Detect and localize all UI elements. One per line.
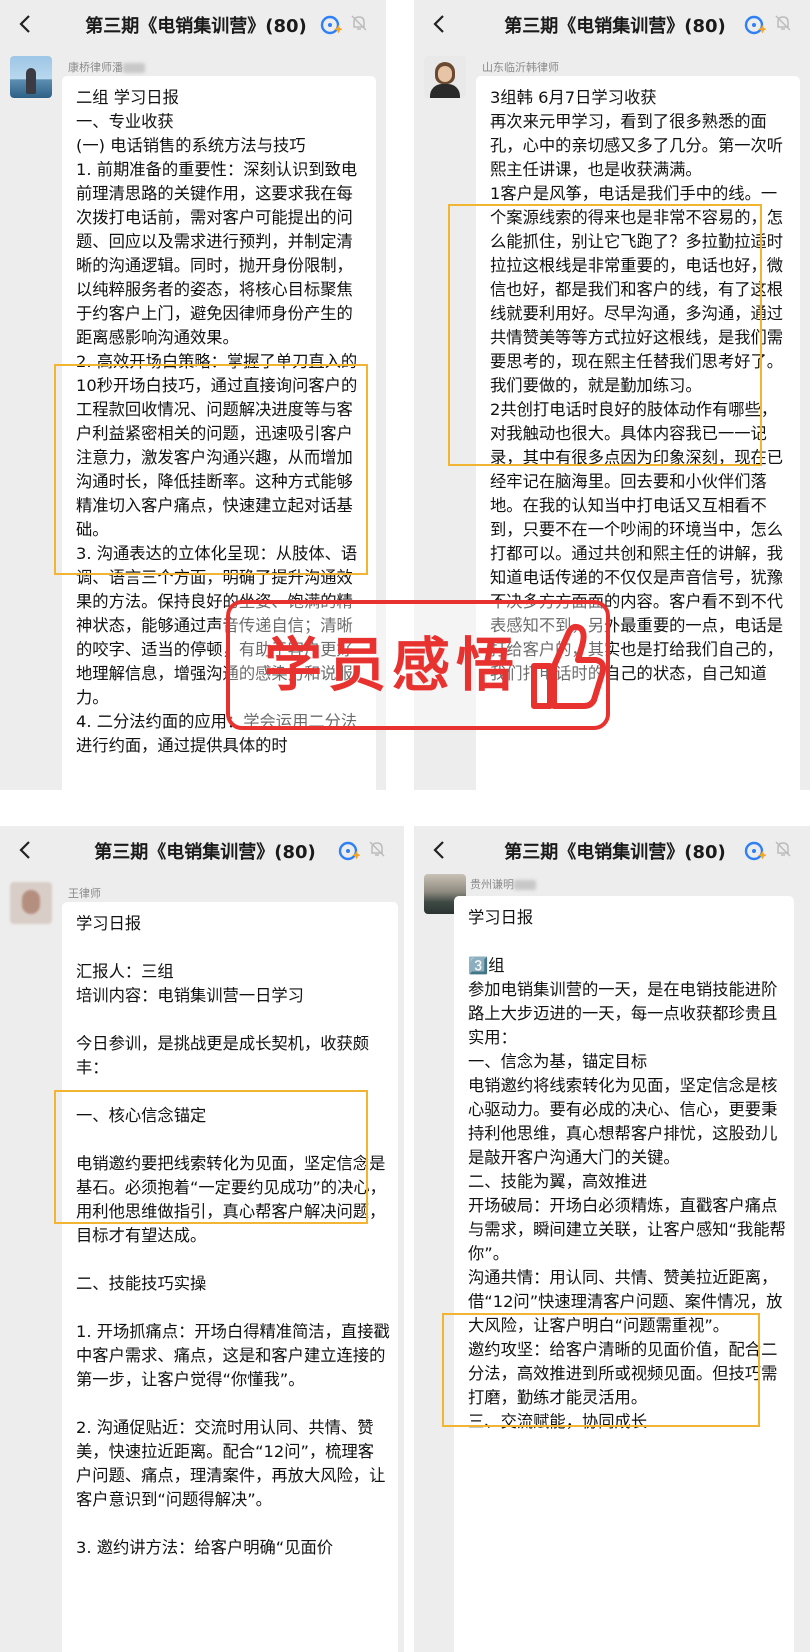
avatar[interactable] — [10, 882, 52, 924]
sparkle-chat-icon[interactable] — [338, 840, 360, 862]
message-text: 学习日报 汇报人：三组 培训内容：电销集训营一日学习 今日参训，是挑战更是成长契… — [76, 914, 390, 1557]
group-title: 第三期《电销集训营》(80) — [94, 842, 316, 863]
back-arrow-icon[interactable] — [14, 838, 38, 862]
sparkle-chat-icon[interactable] — [744, 840, 766, 862]
mute-bell-icon[interactable] — [368, 840, 386, 858]
back-arrow-icon[interactable] — [428, 838, 452, 862]
chat-panel-3: 第三期《电销集训营》(80) 王律师 学习日报 汇报人：三组 培训内容：电销集训… — [0, 826, 404, 1652]
message-bubble[interactable]: 学习日报 3️⃣组 参加电销集训营的一天，是在电销技能进阶路上大步迈进的一天，每… — [454, 896, 794, 1652]
highlight-box — [448, 204, 762, 466]
thumbs-up-icon — [531, 623, 607, 709]
chat-panel-4: 第三期《电销集训营》(80) 贵州谦明 学习日报 3️⃣组 参加电销集训营的一天… — [414, 826, 810, 1652]
sparkle-chat-icon[interactable] — [320, 14, 342, 36]
message-bubble[interactable]: 学习日报 汇报人：三组 培训内容：电销集训营一日学习 今日参训，是挑战更是成长契… — [62, 902, 398, 1652]
back-arrow-icon[interactable] — [14, 12, 38, 36]
sender-name: 贵州谦明 — [470, 876, 536, 892]
sparkle-chat-icon[interactable] — [744, 14, 766, 36]
mute-bell-icon[interactable] — [774, 14, 792, 32]
avatar[interactable] — [424, 56, 466, 98]
highlight-box — [54, 1090, 368, 1224]
group-title: 第三期《电销集训营》(80) — [504, 842, 726, 863]
mute-bell-icon[interactable] — [350, 14, 368, 32]
chat-header: 第三期《电销集训营》(80) — [414, 826, 810, 876]
mute-bell-icon[interactable] — [774, 840, 792, 858]
chat-header: 第三期《电销集训营》(80) — [414, 0, 810, 50]
highlight-box — [54, 364, 368, 575]
sender-name: 康桥律师潘 — [68, 59, 145, 75]
chat-header: 第三期《电销集训营》(80) — [0, 0, 386, 50]
chat-header: 第三期《电销集训营》(80) — [0, 826, 404, 876]
sender-name: 山东临沂韩律师 — [482, 61, 559, 74]
group-title: 第三期《电销集训营》(80) — [85, 16, 307, 37]
highlight-box — [442, 1313, 760, 1427]
sender-name: 王律师 — [68, 887, 101, 900]
group-title: 第三期《电销集训营》(80) — [504, 16, 726, 37]
back-arrow-icon[interactable] — [428, 12, 452, 36]
avatar[interactable] — [10, 56, 52, 98]
